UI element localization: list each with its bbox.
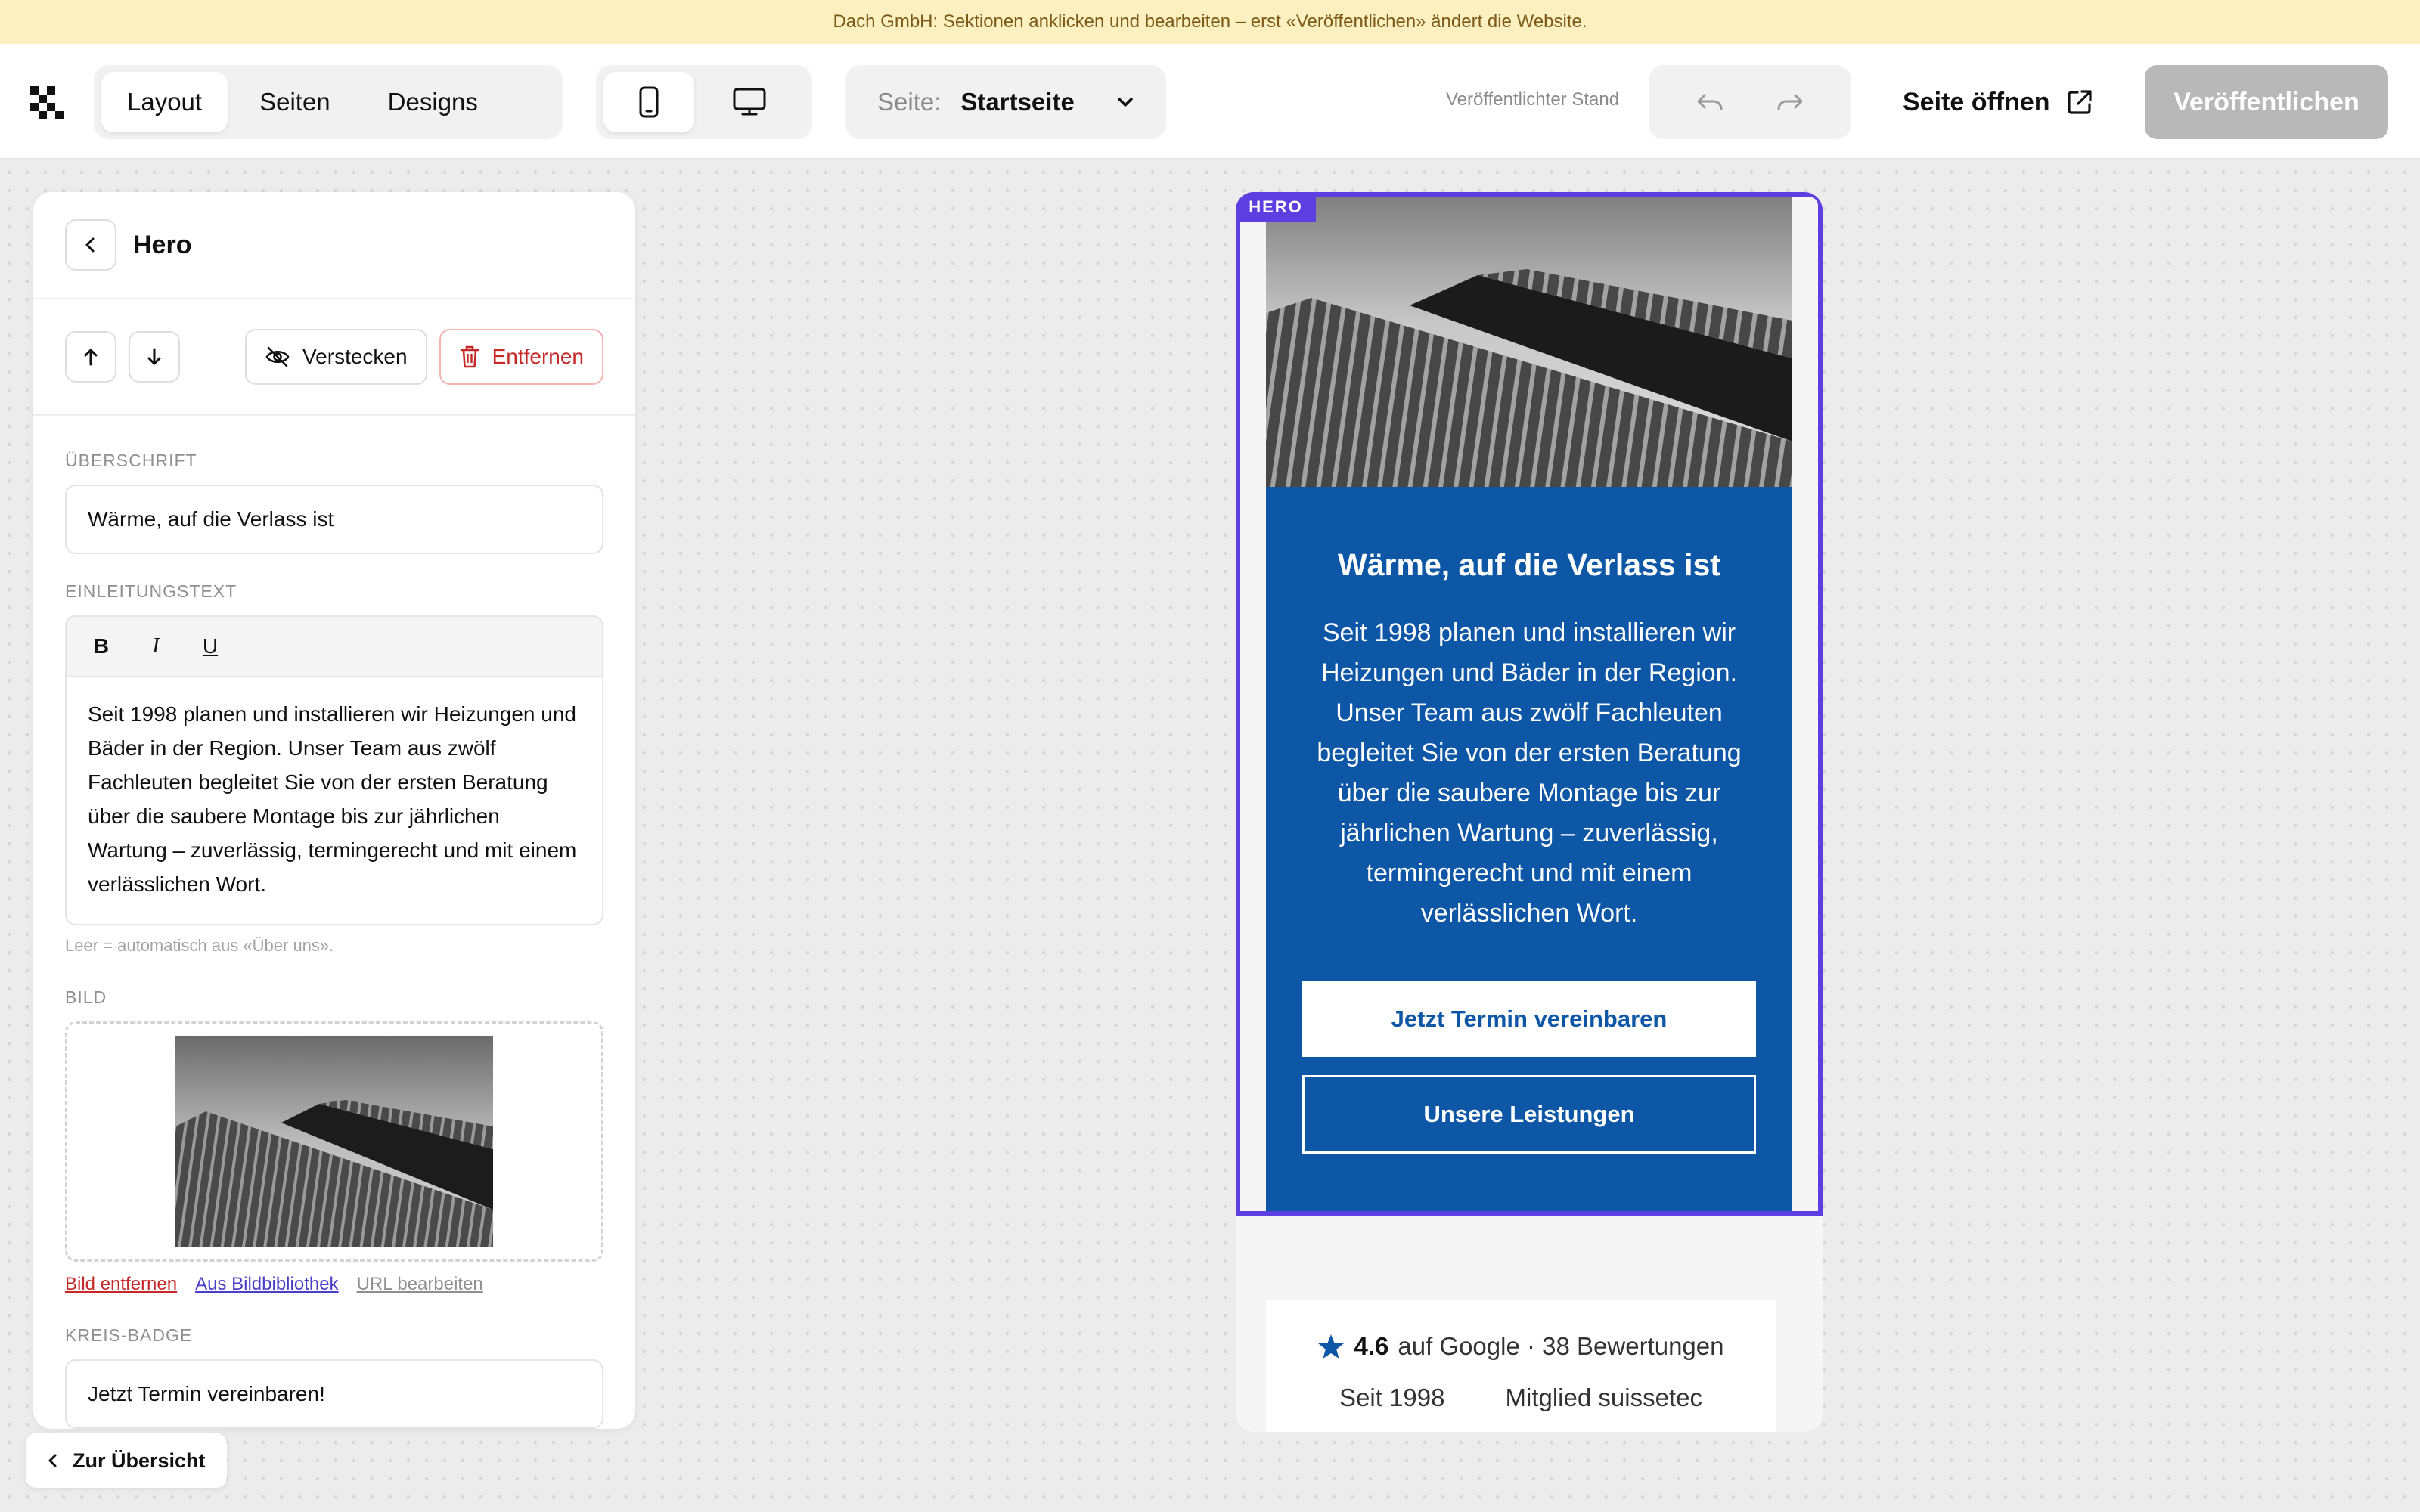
hide-section-button[interactable]: Verstecken	[245, 329, 427, 385]
desktop-view-button[interactable]	[700, 72, 799, 132]
heading-input-value: Wärme, auf die Verlass ist	[88, 507, 334, 531]
hero-section-tag: HERO	[1236, 192, 1316, 222]
edit-url-link[interactable]: URL bearbeiten	[357, 1274, 483, 1295]
trust-section[interactable]: 4.6 auf Google · 38 Bewertungen Seit 199…	[1266, 1300, 1776, 1432]
move-up-button[interactable]	[65, 331, 116, 383]
image-field-label: BILD	[65, 987, 107, 1007]
hero-selection-outline	[1236, 192, 1823, 1216]
chevron-left-icon	[48, 1454, 57, 1467]
trash-icon	[460, 345, 479, 368]
publish-button[interactable]: Veröffentlichen	[2145, 65, 2388, 139]
panel-header: Hero	[33, 192, 635, 299]
desktop-icon	[733, 88, 766, 116]
page-select-label: Seite:	[877, 88, 942, 116]
intro-hint: Leer = automatisch aus «Über uns».	[65, 936, 334, 955]
section-editor-panel: Hero Verstecken Entfernen ÜBERSCHRIFT Wä…	[33, 192, 635, 1429]
intro-field-label: EINLEITUNGSTEXT	[65, 581, 237, 601]
notice-text: Dach GmbH: Sektionen anklicken und bearb…	[833, 11, 1587, 32]
section-actions: Verstecken Entfernen	[33, 299, 635, 416]
remove-label: Entfernen	[492, 345, 584, 368]
since-fact: Seit 1998	[1339, 1383, 1445, 1411]
heading-input[interactable]: Wärme, auf die Verlass ist	[65, 485, 603, 554]
back-to-overview-button[interactable]: Zur Übersicht	[26, 1433, 227, 1488]
trust-facts: Seit 1998 Mitglied suissetec	[1266, 1383, 1776, 1412]
image-dropzone[interactable]	[65, 1021, 603, 1262]
open-page-label: Seite öffnen	[1903, 87, 2050, 116]
intro-textarea[interactable]: Seit 1998 planen und installieren wir He…	[67, 677, 602, 924]
tab-layout[interactable]: Layout	[101, 72, 228, 132]
device-switch	[596, 65, 812, 139]
intro-text-editor: B I U Seit 1998 planen und installieren …	[65, 615, 603, 925]
star-icon	[1318, 1334, 1345, 1359]
logo-icon[interactable]	[30, 86, 64, 119]
italic-button[interactable]: I	[138, 634, 174, 658]
badge-field-label: KREIS-BADGE	[65, 1325, 193, 1345]
underline-button[interactable]: U	[192, 634, 228, 658]
rating-value: 4.6	[1354, 1332, 1389, 1360]
history-controls	[1649, 65, 1851, 139]
image-actions: Bild entfernen Aus Bildbibliothek URL be…	[65, 1274, 603, 1295]
top-toolbar: Layout Seiten Designs Seite: Startseite …	[0, 44, 2420, 159]
page-select[interactable]: Seite: Startseite	[845, 65, 1166, 139]
rating-text: auf Google · 38 Bewertungen	[1398, 1332, 1724, 1360]
panel-fields: ÜBERSCHRIFT Wärme, auf die Verlass ist E…	[33, 416, 635, 1429]
tab-seiten[interactable]: Seiten	[234, 72, 356, 132]
chevron-left-icon	[85, 237, 95, 253]
tab-designs[interactable]: Designs	[362, 72, 504, 132]
remove-section-button[interactable]: Entfernen	[439, 329, 603, 385]
mobile-preview: Wärme, auf die Verlass ist Seit 1998 pla…	[1236, 192, 1823, 1432]
eye-off-icon	[265, 346, 290, 367]
panel-title: Hero	[133, 230, 192, 259]
membership-fact: Mitglied suissetec	[1505, 1383, 1702, 1411]
hide-label: Verstecken	[302, 345, 408, 368]
move-down-button[interactable]	[129, 331, 180, 383]
badge-input-value: Jetzt Termin vereinbaren!	[88, 1382, 325, 1405]
heading-field-label: ÜBERSCHRIFT	[65, 451, 197, 470]
page-select-value: Startseite	[960, 88, 1075, 116]
back-label: Zur Übersicht	[73, 1448, 206, 1472]
redo-icon[interactable]	[1774, 91, 1804, 113]
image-library-link[interactable]: Aus Bildbibliothek	[195, 1274, 338, 1295]
undo-icon[interactable]	[1696, 91, 1726, 113]
format-toolbar: B I U	[67, 617, 602, 677]
open-page-button[interactable]: Seite öffnen	[1903, 65, 2094, 139]
google-rating: 4.6 auf Google · 38 Bewertungen	[1266, 1332, 1776, 1361]
published-state-label: Veröffentlichter Stand	[1446, 89, 1620, 110]
panel-back-button[interactable]	[65, 219, 116, 271]
arrow-down-icon	[147, 348, 161, 365]
external-link-icon	[2067, 90, 2092, 114]
mobile-icon	[639, 86, 659, 118]
notice-banner: Dach GmbH: Sektionen anklicken und bearb…	[0, 0, 2420, 44]
main-tabs: Layout Seiten Designs	[94, 65, 563, 139]
arrow-up-icon	[84, 349, 98, 366]
badge-input[interactable]: Jetzt Termin vereinbaren!	[65, 1359, 603, 1429]
image-thumbnail	[175, 1036, 493, 1247]
remove-image-link[interactable]: Bild entfernen	[65, 1274, 177, 1295]
mobile-view-button[interactable]	[603, 72, 694, 132]
bold-button[interactable]: B	[83, 634, 119, 658]
chevron-down-icon	[1118, 98, 1133, 107]
